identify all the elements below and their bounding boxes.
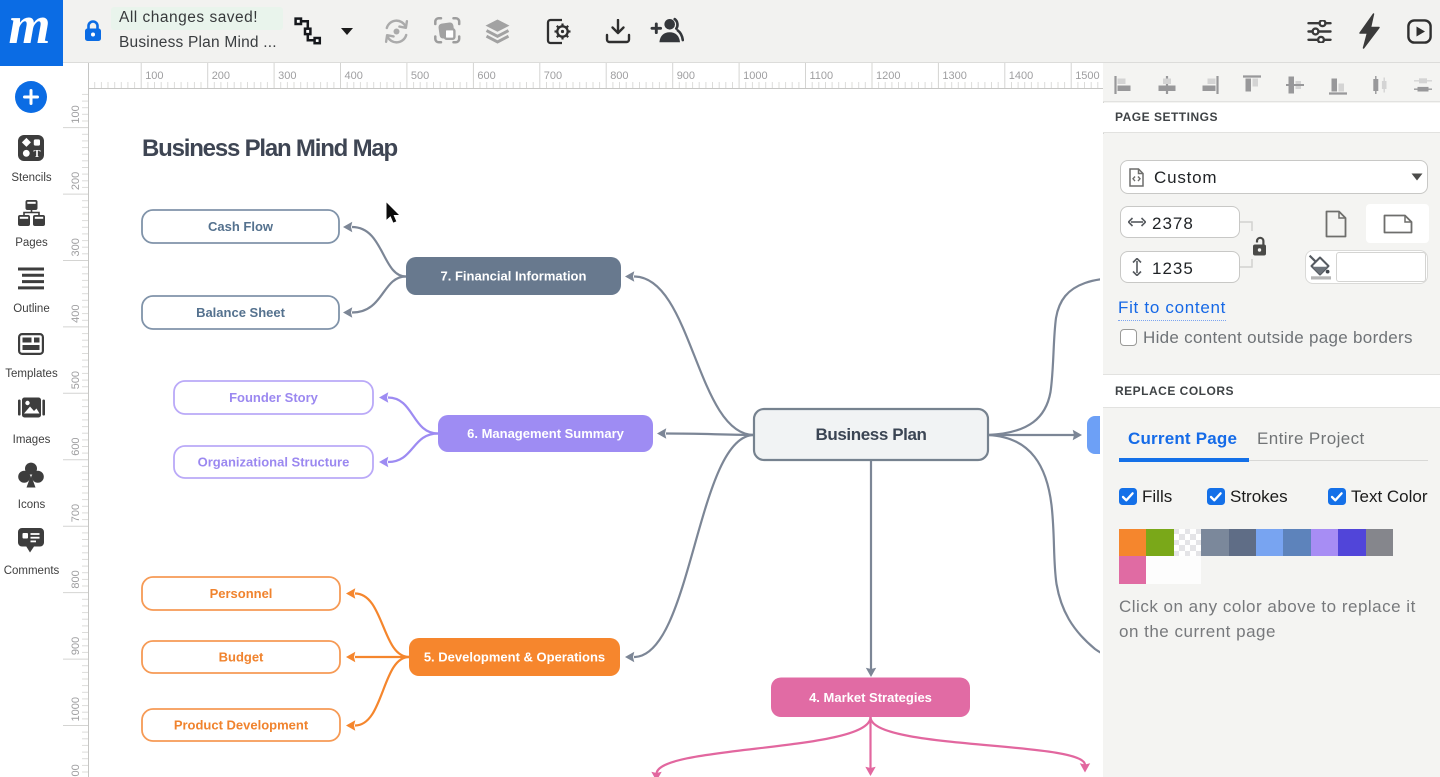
svg-text:1000: 1000 <box>743 70 767 82</box>
svg-text:800: 800 <box>610 70 628 82</box>
svg-text:Organizational Structure: Organizational Structure <box>198 455 350 470</box>
svg-text:T: T <box>33 149 40 160</box>
svg-text:Product Development: Product Development <box>174 718 309 733</box>
svg-text:Business Plan: Business Plan <box>815 425 926 444</box>
svg-text:4. Market Strategies: 4. Market Strategies <box>809 690 932 705</box>
svg-text:200: 200 <box>212 70 230 82</box>
svg-text:1300: 1300 <box>942 70 966 82</box>
svg-text:300: 300 <box>278 70 296 82</box>
svg-text:400: 400 <box>345 70 363 82</box>
svg-text:Balance Sheet: Balance Sheet <box>196 305 286 320</box>
svg-text:600: 600 <box>70 437 82 455</box>
svg-text:900: 900 <box>677 70 695 82</box>
svg-text:700: 700 <box>544 70 562 82</box>
svg-text:100: 100 <box>70 105 82 123</box>
svg-text:400: 400 <box>70 305 82 323</box>
svg-text:900: 900 <box>70 637 82 655</box>
svg-text:1000: 1000 <box>70 697 82 721</box>
svg-text:1500: 1500 <box>1075 70 1099 82</box>
svg-text:500: 500 <box>411 70 429 82</box>
svg-text:100: 100 <box>145 70 163 82</box>
svg-text:300: 300 <box>70 238 82 256</box>
svg-text:7. Financial Information: 7. Financial Information <box>441 269 587 284</box>
svg-text:Founder Story: Founder Story <box>229 390 319 405</box>
svg-text:Budget: Budget <box>219 650 264 665</box>
svg-text:200: 200 <box>70 172 82 190</box>
svg-text:1400: 1400 <box>1009 70 1033 82</box>
svg-text:600: 600 <box>477 70 495 82</box>
svg-text:700: 700 <box>70 504 82 522</box>
svg-text:800: 800 <box>70 570 82 588</box>
svg-text:1100: 1100 <box>70 764 82 777</box>
svg-text:Business Plan Mind Map: Business Plan Mind Map <box>142 135 398 162</box>
svg-text:1200: 1200 <box>876 70 900 82</box>
svg-text:500: 500 <box>70 371 82 389</box>
svg-text:1100: 1100 <box>810 70 834 82</box>
svg-text:6. Management Summary: 6. Management Summary <box>467 426 625 441</box>
svg-text:Personnel: Personnel <box>210 586 273 601</box>
svg-text:5. Development & Operations: 5. Development & Operations <box>424 650 605 665</box>
svg-text:Cash Flow: Cash Flow <box>208 219 274 234</box>
